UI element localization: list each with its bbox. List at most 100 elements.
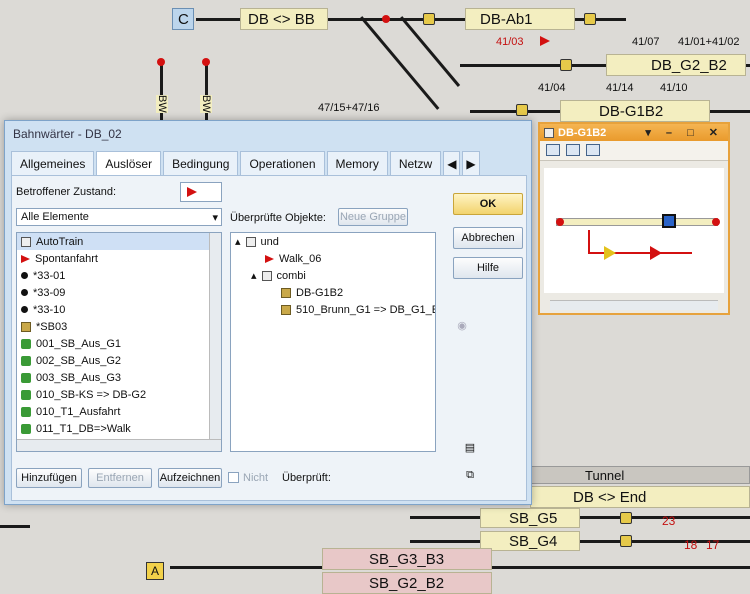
- state-label: Betroffener Zustand:: [16, 186, 117, 198]
- state-select[interactable]: [180, 182, 222, 202]
- tunnel-label: Tunnel: [585, 468, 625, 483]
- list-item-label: *SB03: [36, 320, 68, 333]
- locomotive-icon: [662, 214, 676, 228]
- list-item[interactable]: *SB03: [17, 318, 221, 335]
- locomotive-icon[interactable]: [586, 144, 600, 156]
- block-sb-g3-b3[interactable]: SB_G3_B3: [322, 548, 492, 570]
- element-list[interactable]: AutoTrain Spontanfahrt *33-01 *33-09 *33…: [16, 232, 222, 452]
- signal-icon[interactable]: [423, 13, 435, 25]
- signal-icon[interactable]: [516, 104, 528, 116]
- add-button[interactable]: Hinzufügen: [16, 468, 82, 488]
- red-signal-icon: [157, 58, 165, 66]
- block-sb-g4[interactable]: SB_G4: [480, 531, 580, 551]
- tree-node-label: Walk_06: [279, 252, 322, 265]
- tab-ausloeser[interactable]: Auslöser: [96, 151, 162, 175]
- view-icon[interactable]: [546, 144, 560, 156]
- block-db-ab1[interactable]: DB-Ab1: [465, 8, 575, 30]
- ok-button[interactable]: OK: [453, 193, 523, 215]
- new-group-button[interactable]: Neue Gruppe: [338, 208, 408, 226]
- move-icon: ◉: [457, 319, 467, 332]
- signal-icon[interactable]: [584, 13, 596, 25]
- window-controls[interactable]: ▾ – □ ✕: [645, 126, 724, 139]
- label-41-07: 41/07: [632, 36, 660, 48]
- list-item[interactable]: 011_T1_DB=>Walk: [17, 420, 221, 437]
- list-item-label: *33-10: [33, 303, 66, 316]
- list-item[interactable]: 001_SB_Aus_G1: [17, 335, 221, 352]
- filter-select[interactable]: Alle Elemente ▾: [16, 208, 222, 226]
- list-item[interactable]: 002_SB_Aus_G2: [17, 352, 221, 369]
- block-db-g2-b2[interactable]: DB_G2_B2: [606, 54, 746, 76]
- tree-node-walk[interactable]: Walk_06: [231, 250, 435, 267]
- red-signal-icon: [382, 15, 390, 23]
- chevron-down-icon: ▾: [212, 212, 218, 224]
- list-item-label: 011_T1_DB=>Walk: [36, 422, 131, 435]
- list-item-label: 010_T1_Ausfahrt: [36, 405, 121, 418]
- cancel-button[interactable]: Abbrechen: [453, 227, 523, 249]
- label-41-01-41-02: 41/01+41/02: [678, 36, 740, 48]
- tab-operationen[interactable]: Operationen: [240, 151, 325, 175]
- list-item[interactable]: 010_T1_Ausfahrt: [17, 403, 221, 420]
- list-item[interactable]: 003_SB_Aus_G3: [17, 369, 221, 386]
- list-item-label: Spontanfahrt: [35, 252, 98, 265]
- block-window-titlebar[interactable]: DB-G1B2 ▾ – □ ✕: [540, 124, 728, 141]
- dialog-title: Bahnwärter - DB_02: [13, 127, 122, 141]
- list-item-label: 002_SB_Aus_G2: [36, 354, 122, 367]
- copy-icon[interactable]: ⧉: [460, 466, 480, 484]
- vertical-scrollbar[interactable]: [209, 233, 221, 439]
- list-item[interactable]: AutoTrain: [17, 233, 221, 250]
- tree-node-combi[interactable]: ▴ combi: [231, 267, 435, 284]
- help-button[interactable]: Hilfe: [453, 257, 523, 279]
- chevron-left-icon: ◀: [447, 157, 457, 171]
- tab-label: Netzw: [398, 157, 433, 171]
- tab-memory[interactable]: Memory: [326, 151, 388, 175]
- horizontal-scrollbar[interactable]: [550, 300, 718, 310]
- tab-netzwerk[interactable]: Netzw: [389, 151, 442, 175]
- tab-scroll-left[interactable]: ◀: [443, 151, 461, 175]
- list-item[interactable]: *33-10: [17, 301, 221, 318]
- signal-icon[interactable]: [620, 535, 632, 547]
- list-item[interactable]: Spontanfahrt: [17, 250, 221, 267]
- red-arrow-icon: [650, 246, 662, 260]
- block-db-end[interactable]: DB <> End: [530, 486, 750, 508]
- block-sb-g5[interactable]: SB_G5: [480, 508, 580, 528]
- horizontal-scrollbar[interactable]: [17, 439, 221, 451]
- move-up-icon[interactable]: ▤: [460, 438, 480, 456]
- tree-node-g1b2[interactable]: DB-G1B2: [231, 284, 435, 301]
- checked-objects-label: Überprüfte Objekte:: [230, 212, 326, 224]
- block-c[interactable]: C: [172, 8, 194, 30]
- badge-a-label: A: [151, 564, 160, 578]
- red-signal-icon: [712, 218, 720, 226]
- label-41-10: 41/10: [660, 82, 688, 94]
- block-db-g1b2-label: DB-G1B2: [599, 103, 664, 120]
- tab-bedingung[interactable]: Bedingung: [163, 151, 239, 175]
- label-23: 23: [662, 514, 676, 528]
- block-sb-g2-b2[interactable]: SB_G2_B2: [322, 572, 492, 594]
- not-checkbox[interactable]: [228, 472, 239, 483]
- remove-button[interactable]: Entfernen: [88, 468, 152, 488]
- tunnel-header: Tunnel: [530, 466, 750, 484]
- tree-node-und[interactable]: ▴ und: [231, 233, 435, 250]
- tab-label: Memory: [335, 157, 379, 171]
- route-icon: [21, 355, 31, 366]
- label-41-03: 41/03: [496, 36, 524, 48]
- list-item[interactable]: *33-09: [17, 284, 221, 301]
- bahnwaerter-dialog: Bahnwärter - DB_02 Allgemeines Auslöser …: [4, 120, 532, 505]
- signal-icon[interactable]: [560, 59, 572, 71]
- tab-allgemeines[interactable]: Allgemeines: [11, 151, 95, 175]
- block-db-g1b2[interactable]: DB-G1B2: [560, 100, 710, 122]
- list-item[interactable]: *33-01: [17, 267, 221, 284]
- tab-scroll-right[interactable]: ▶: [462, 151, 480, 175]
- list-item[interactable]: 010_SB-KS => DB-G2: [17, 386, 221, 403]
- list-item-label: 010_SB-KS => DB-G2: [36, 388, 147, 401]
- block-db-bb[interactable]: DB <> BB: [240, 8, 328, 30]
- list-item-label: 003_SB_Aus_G3: [36, 371, 122, 384]
- train-icon[interactable]: [566, 144, 580, 156]
- tree-node-label: DB-G1B2: [296, 286, 344, 299]
- list-item-label: 001_SB_Aus_G1: [36, 337, 122, 350]
- block-window: DB-G1B2 ▾ – □ ✕: [538, 122, 730, 315]
- signal-icon[interactable]: [620, 512, 632, 524]
- checked-objects-tree[interactable]: ▴ und Walk_06 ▴ combi DB-G1B2 510_Brunn_G1…: [230, 232, 436, 452]
- record-button[interactable]: Aufzeichnen: [158, 468, 222, 488]
- tree-node-route[interactable]: 510_Brunn_G1 => DB_G1_E: [231, 301, 435, 318]
- badge-a[interactable]: A: [146, 562, 164, 580]
